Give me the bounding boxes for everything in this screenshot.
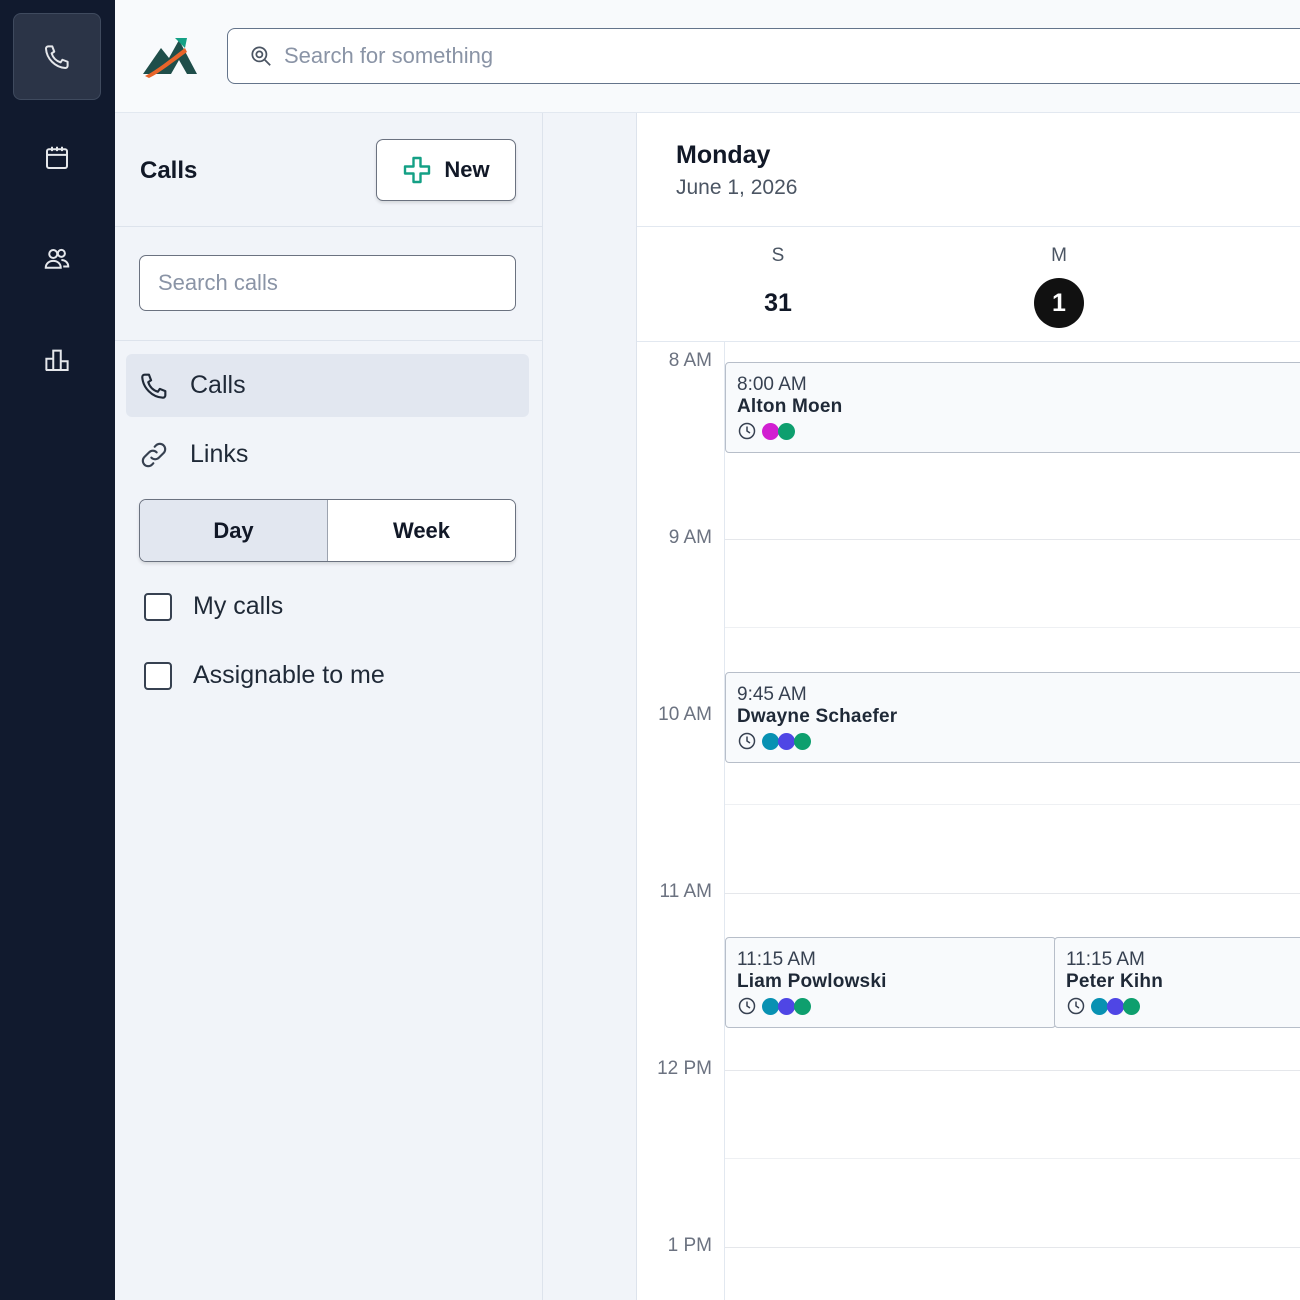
plus-icon bbox=[404, 156, 431, 184]
nav-item-calls[interactable]: Calls bbox=[126, 354, 529, 417]
users-icon bbox=[44, 248, 70, 269]
calendar-icon bbox=[46, 146, 68, 169]
new-call-label: New bbox=[444, 157, 490, 182]
day-view-button[interactable]: Day bbox=[140, 500, 328, 561]
filter-label: Assignable to me bbox=[193, 661, 385, 689]
event-time: 11:15 AM bbox=[737, 949, 816, 970]
event-time: 9:45 AM bbox=[737, 684, 807, 705]
panel-header: Calls New bbox=[115, 113, 542, 227]
event-time: 8:00 AM bbox=[737, 374, 807, 395]
participant-dot bbox=[1091, 997, 1108, 1015]
event-meta bbox=[737, 730, 1300, 752]
phone-icon bbox=[45, 44, 69, 69]
hour-label: 9 AM bbox=[668, 527, 712, 548]
clock-icon bbox=[738, 732, 756, 750]
search-icon bbox=[251, 46, 271, 66]
reports-icon bbox=[45, 349, 69, 371]
hour-gridline bbox=[725, 893, 1300, 894]
half-hour-gridline bbox=[725, 627, 1300, 628]
filter-my-calls[interactable]: My calls bbox=[144, 592, 283, 621]
global-search[interactable] bbox=[227, 28, 1300, 84]
event-name: Dwayne Schaefer bbox=[737, 706, 898, 727]
week-strip: S 31 M 1 bbox=[637, 227, 1300, 342]
nav-item-label: Calls bbox=[190, 371, 246, 399]
participant-dot bbox=[1123, 997, 1140, 1015]
time-column: 8 AM 9 AM 10 AM 11 AM 12 PM 1 PM bbox=[637, 342, 725, 1300]
participant-dot bbox=[778, 997, 795, 1015]
calendar-event[interactable]: 8:00 AM Alton Moen bbox=[725, 362, 1300, 453]
top-bar bbox=[115, 0, 1300, 113]
participant-dot bbox=[1107, 997, 1124, 1015]
rail-calendar-button[interactable] bbox=[13, 114, 101, 201]
clock-icon bbox=[738, 997, 756, 1015]
rail-contacts-button[interactable] bbox=[13, 215, 101, 302]
event-name: Peter Kihn bbox=[1066, 971, 1164, 992]
event-meta bbox=[737, 995, 1055, 1017]
hour-gridline bbox=[725, 539, 1300, 540]
participant-dot bbox=[794, 997, 811, 1015]
filter-label: My calls bbox=[193, 592, 284, 620]
calendar-event[interactable]: 9:45 AM Dwayne Schaefer bbox=[725, 672, 1300, 763]
participant-dot bbox=[778, 422, 795, 440]
brand-logo bbox=[143, 38, 197, 78]
clock-icon bbox=[738, 422, 756, 440]
event-time: 11:15 AM bbox=[1066, 949, 1145, 970]
my-calls-checkbox[interactable] bbox=[144, 592, 172, 621]
event-meta bbox=[737, 420, 1300, 442]
filter-assignable-to-me[interactable]: Assignable to me bbox=[144, 661, 385, 690]
participant-dot bbox=[794, 732, 811, 750]
calls-panel: Calls New Calls Links Day Week My calls … bbox=[115, 113, 543, 1300]
search-calls-input[interactable] bbox=[139, 255, 516, 311]
event-name: Liam Powlowski bbox=[737, 971, 887, 992]
hour-label: 8 AM bbox=[668, 350, 712, 371]
hour-label: 1 PM bbox=[667, 1235, 712, 1256]
calendar-day-name: Monday bbox=[676, 141, 771, 169]
week-view-button[interactable]: Week bbox=[328, 500, 515, 561]
panel-search-section bbox=[115, 227, 542, 341]
participant-dot bbox=[762, 997, 779, 1015]
hour-gridline bbox=[725, 1247, 1300, 1248]
calendar-event[interactable]: 11:15 AM Liam Powlowski bbox=[725, 937, 1056, 1028]
hour-label: 10 AM bbox=[658, 704, 712, 725]
hour-gridline bbox=[725, 1070, 1300, 1071]
weekday-date-today[interactable]: 1 bbox=[1034, 278, 1084, 328]
hour-label: 11 AM bbox=[659, 881, 712, 902]
view-toggle: Day Week bbox=[139, 499, 516, 562]
rail-calls-button[interactable] bbox=[13, 13, 101, 100]
clock-icon bbox=[1067, 997, 1085, 1015]
half-hour-gridline bbox=[725, 804, 1300, 805]
global-search-input[interactable] bbox=[284, 43, 1184, 69]
nav-item-label: Links bbox=[190, 440, 249, 468]
panel-title: Calls bbox=[140, 157, 198, 184]
participant-dot bbox=[762, 732, 779, 750]
calendar-gutter bbox=[543, 113, 637, 1300]
assignable-checkbox[interactable] bbox=[144, 661, 172, 690]
weekday-letter: M bbox=[1051, 245, 1067, 266]
app-rail bbox=[0, 0, 115, 1300]
half-hour-gridline bbox=[725, 1158, 1300, 1159]
nav-item-links[interactable]: Links bbox=[126, 423, 529, 486]
weekday-letter: S bbox=[771, 245, 785, 266]
calendar-event[interactable]: 11:15 AM Peter Kihn bbox=[1054, 937, 1300, 1028]
participant-dot bbox=[778, 732, 795, 750]
hour-label: 12 PM bbox=[657, 1058, 712, 1079]
link-icon bbox=[141, 442, 167, 467]
day-calendar: Monday June 1, 2026 S 31 M 1 8 AM 9 AM 1… bbox=[637, 113, 1300, 1300]
new-call-button[interactable]: New bbox=[376, 139, 516, 201]
event-meta bbox=[1066, 995, 1300, 1017]
calendar-header: Monday June 1, 2026 bbox=[637, 113, 1300, 227]
phone-icon bbox=[141, 373, 167, 399]
weekday-date-31[interactable]: 31 bbox=[753, 278, 803, 328]
calendar-date: June 1, 2026 bbox=[676, 176, 798, 199]
participant-dot bbox=[762, 422, 779, 440]
event-name: Alton Moen bbox=[737, 396, 843, 417]
time-grid: 8 AM 9 AM 10 AM 11 AM 12 PM 1 PM 8:00 AM… bbox=[637, 342, 1300, 1300]
rail-reports-button[interactable] bbox=[13, 316, 101, 403]
